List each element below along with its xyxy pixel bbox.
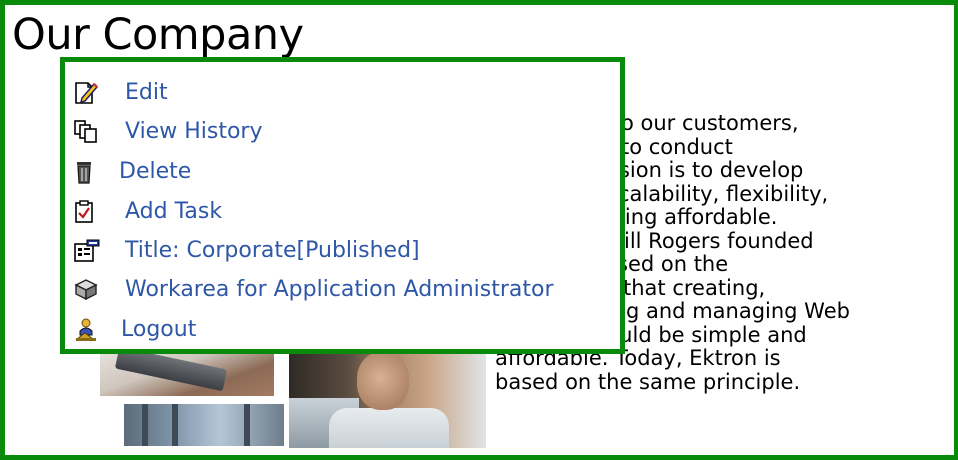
body-line: ill Rogers founded (624, 228, 814, 253)
menu-item-title-properties[interactable]: Title: Corporate[Published] (73, 234, 420, 268)
body-line: based on the same principle. (495, 369, 801, 394)
body-line: calability, flexibility, (618, 181, 829, 206)
body-line: eing affordable. (612, 205, 778, 229)
context-menu: Edit View History Delete Add Task Title:… (60, 57, 625, 354)
menu-item-logout[interactable]: Logout (73, 313, 196, 347)
menu-item-label: Add Task (125, 199, 223, 224)
menu-item-label: View History (125, 119, 263, 144)
body-line: sed on the (617, 252, 729, 276)
properties-icon (73, 237, 105, 265)
body-line: that creating, (623, 275, 766, 300)
menu-item-label: Delete (119, 159, 192, 184)
page-title: Our Company (12, 10, 304, 60)
menu-item-label: Workarea for Application Administrator (125, 277, 554, 302)
clipboard-check-icon (73, 198, 105, 226)
menu-item-delete[interactable]: Delete (73, 155, 191, 189)
workarea-icon (73, 276, 105, 304)
menu-item-label: Edit (125, 80, 168, 105)
body-line: g and managing Web (626, 299, 850, 323)
view-history-icon (73, 118, 105, 146)
photo-building (124, 404, 284, 446)
photo-hand-device (100, 348, 274, 396)
body-line: to conduct (621, 134, 733, 159)
photo-man-at-computer (289, 348, 486, 448)
edit-icon (73, 79, 105, 107)
menu-item-view-history[interactable]: View History (73, 115, 262, 149)
menu-item-label: Title: Corporate[Published] (125, 238, 420, 263)
trash-icon (73, 158, 105, 186)
menu-item-workarea[interactable]: Workarea for Application Administrator (73, 273, 554, 307)
menu-item-edit[interactable]: Edit (73, 76, 168, 110)
menu-item-add-task[interactable]: Add Task (73, 195, 222, 229)
body-line: ssion is to develop (608, 158, 804, 182)
logout-icon (73, 316, 105, 344)
menu-item-label: Logout (121, 317, 197, 342)
body-line: o our customers, (621, 111, 799, 135)
